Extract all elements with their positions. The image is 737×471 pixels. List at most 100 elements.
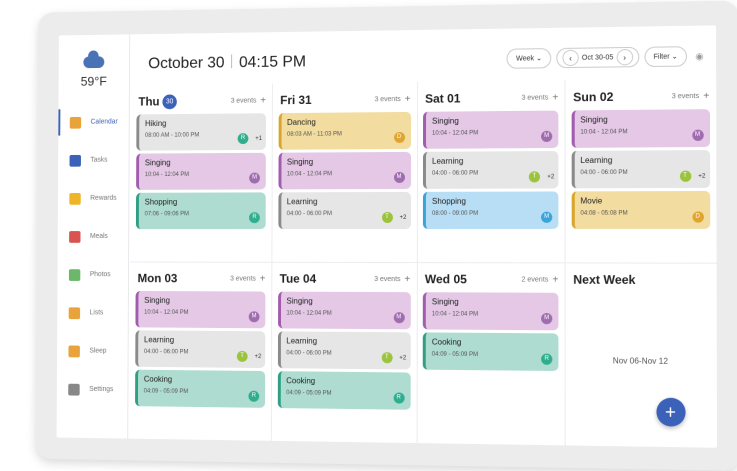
- event-time: 04:08 - 05:08 PM: [580, 210, 709, 216]
- event-title: Singing: [145, 158, 266, 168]
- gear-icon: [68, 383, 79, 395]
- current-time: 04:15 PM: [239, 53, 306, 71]
- add-event-button[interactable]: +: [656, 398, 685, 427]
- day-header: Tue 04 3 events +: [280, 270, 411, 288]
- add-icon[interactable]: +: [260, 95, 266, 106]
- list-icon: [69, 307, 80, 319]
- event-card[interactable]: Singing 10:04 - 12:04 PM M: [571, 109, 709, 148]
- event-count: 3 events: [231, 97, 257, 104]
- event-title: Dancing: [287, 117, 411, 127]
- add-icon[interactable]: +: [260, 273, 266, 284]
- prev-week-button[interactable]: ‹: [562, 50, 578, 66]
- event-time: 04:09 - 05:09 PM: [286, 390, 410, 397]
- event-card[interactable]: Learning 04:00 - 06:00 PM T +2: [423, 151, 558, 189]
- event-card[interactable]: Singing 10:04 - 12:04 PM M: [278, 152, 411, 189]
- event-card[interactable]: Cooking 04:09 - 05:09 PM R: [135, 370, 265, 408]
- day-name: Fri 31: [280, 93, 311, 107]
- event-time: 10:04 - 12:04 PM: [144, 310, 265, 317]
- event-title: Shopping: [432, 197, 558, 206]
- next-week-range: Nov 06-Nov 12: [565, 356, 716, 367]
- sidebar-item-lists[interactable]: Lists: [57, 294, 128, 333]
- event-card[interactable]: Singing 10:04 - 12:04 PM M: [135, 291, 265, 328]
- today-badge: 30: [162, 94, 176, 109]
- sidebar-item-label: Tasks: [90, 157, 107, 164]
- current-date: October 30: [148, 55, 224, 73]
- avatar: M: [541, 212, 552, 223]
- filter-button[interactable]: Filter ⌄: [644, 46, 687, 67]
- event-card[interactable]: Learning 04:00 - 06:00 PM T +2: [277, 331, 410, 369]
- add-icon[interactable]: +: [404, 274, 410, 285]
- event-card[interactable]: Singing 10:04 - 12:04 PM M: [423, 292, 559, 330]
- event-title: Cooking: [286, 376, 410, 386]
- more-count: +2: [399, 355, 406, 361]
- event-title: Learning: [144, 335, 265, 345]
- event-title: Cooking: [144, 375, 265, 385]
- day-header: Mon 03 3 events +: [138, 269, 266, 287]
- header: October 30 04:15 PM Week ⌄ ‹ Oct 30-05 › …: [129, 25, 716, 81]
- week-grid: Thu 30 3 events + Hiking 08:00 AM - 10:00 PM R…: [129, 78, 717, 447]
- avatar: M: [541, 313, 552, 324]
- tasks-icon: [70, 154, 81, 166]
- event-count: 3 events: [672, 92, 700, 99]
- day-name: Mon 03: [138, 271, 178, 285]
- avatar: R: [541, 354, 552, 365]
- event-card[interactable]: Cooking 04:09 - 05:09 PM R: [423, 332, 559, 371]
- event-card[interactable]: Shopping 07:06 - 09:06 PM R: [136, 192, 266, 229]
- view-select[interactable]: Week ⌄: [507, 48, 551, 69]
- event-card[interactable]: Hiking 08:00 AM - 10:00 PM R +1: [136, 113, 266, 150]
- sidebar-nav: Calendar Tasks Rewards Meals Photos Lists Slee…: [57, 103, 129, 409]
- event-card[interactable]: Singing 10:04 - 12:04 PM M: [136, 153, 266, 190]
- temperature: 59°F: [59, 73, 129, 88]
- event-card[interactable]: Learning 04:00 - 06:00 PM T +2: [278, 192, 411, 229]
- event-count: 3 events: [374, 96, 400, 103]
- star-icon: [69, 193, 80, 205]
- header-controls: Week ⌄ ‹ Oct 30-05 › Filter ⌄ ◉: [502, 46, 704, 69]
- add-icon[interactable]: +: [405, 93, 411, 104]
- event-title: Learning: [286, 336, 410, 346]
- add-icon[interactable]: +: [552, 92, 558, 103]
- sidebar-item-label: Lists: [90, 309, 104, 316]
- date-range-nav: ‹ Oct 30-05 ›: [556, 47, 639, 68]
- sidebar-item-rewards[interactable]: Rewards: [58, 179, 129, 217]
- day-column: Wed 05 2 events + Singing 10:04 - 12:04 PM M C…: [417, 262, 566, 445]
- avatar: T: [382, 212, 393, 223]
- day-column: Sun 02 3 events + Singing 10:04 - 12:04 PM M L…: [565, 78, 716, 263]
- event-count: 3 events: [521, 94, 548, 101]
- event-card[interactable]: Cooking 04:09 - 05:09 PM R: [277, 371, 410, 410]
- event-title: Singing: [432, 116, 558, 126]
- event-card[interactable]: Dancing 08:03 AM - 11:03 PM D: [278, 112, 410, 150]
- sidebar-item-photos[interactable]: Photos: [57, 255, 128, 293]
- moon-icon: [68, 345, 79, 357]
- event-title: Movie: [580, 196, 709, 205]
- event-title: Learning: [287, 197, 411, 206]
- add-icon[interactable]: +: [552, 274, 558, 285]
- avatar: M: [541, 131, 552, 142]
- avatar: M: [249, 311, 260, 322]
- event-title: Learning: [432, 156, 558, 166]
- event-title: Learning: [580, 155, 709, 165]
- sidebar-item-tasks[interactable]: Tasks: [58, 141, 129, 179]
- avatar: R: [238, 133, 249, 144]
- chevron-down-icon: ⌄: [672, 52, 678, 60]
- next-week-button[interactable]: ›: [616, 49, 632, 65]
- avatar: D: [692, 211, 703, 222]
- event-card[interactable]: Learning 04:00 - 06:00 PM T +2: [571, 150, 709, 188]
- event-card[interactable]: Singing 10:04 - 12:04 PM M: [423, 111, 558, 149]
- event-count: 3 events: [230, 275, 256, 282]
- chevron-down-icon: ⌄: [536, 54, 542, 62]
- sidebar-item-meals[interactable]: Meals: [58, 217, 129, 255]
- more-count: +2: [547, 174, 554, 180]
- event-card[interactable]: Singing 10:04 - 12:04 PM M: [278, 292, 411, 330]
- sidebar-item-sleep[interactable]: Sleep: [57, 332, 128, 371]
- day-column: Tue 04 3 events + Singing 10:04 - 12:04 PM M L…: [271, 262, 417, 443]
- event-card[interactable]: Movie 04:08 - 05:08 PM D: [571, 191, 710, 229]
- sidebar-item-calendar[interactable]: Calendar: [58, 103, 129, 142]
- day-column: Fri 31 3 events + Dancing 08:03 AM - 11:03 P…: [272, 82, 418, 263]
- event-card[interactable]: Learning 04:00 - 06:00 PM T +2: [135, 330, 265, 368]
- avatar: R: [248, 391, 259, 402]
- wifi-icon: ◉: [695, 51, 703, 62]
- add-icon[interactable]: +: [703, 90, 709, 101]
- sidebar-item-settings[interactable]: Settings: [57, 370, 128, 409]
- event-title: Singing: [287, 157, 411, 167]
- event-card[interactable]: Shopping 08:00 - 09:00 PM M: [423, 191, 558, 229]
